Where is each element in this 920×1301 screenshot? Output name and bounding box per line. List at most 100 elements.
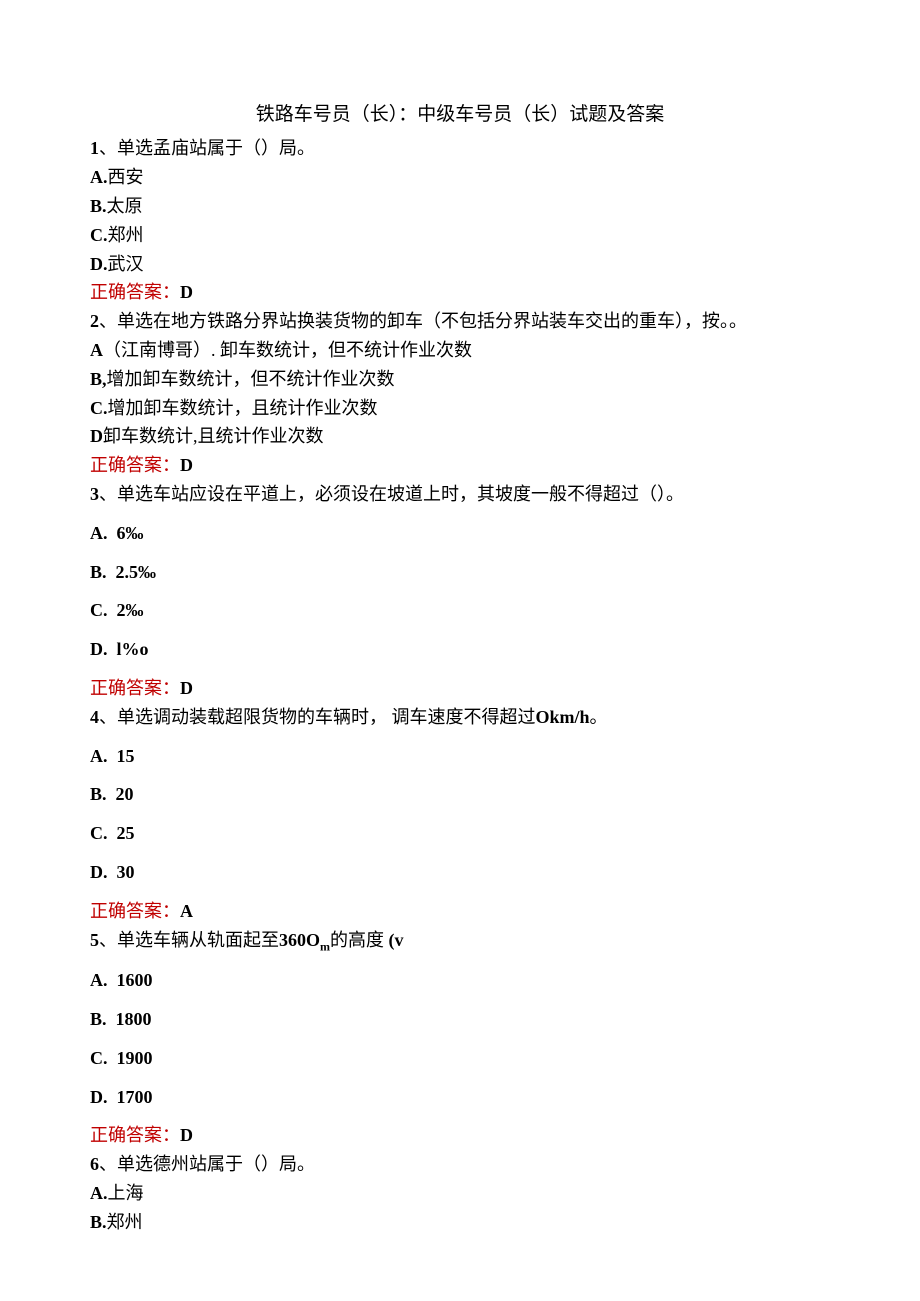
q4-text: 、单选调动装载超限货物的车辆时， 调车速度不得超过 [99, 707, 536, 727]
q3-b-text: 2.5‰ [116, 562, 157, 582]
q2-a-label: A [90, 340, 103, 360]
q1-text: 、单选孟庙站属于（）局。 [99, 138, 315, 158]
q2-text: 、单选在地方铁路分界站换装货物的卸车（不包括分界站装车交出的重车），按。。 [99, 311, 747, 331]
q5-answer-value: D [180, 1125, 193, 1145]
q3-option-a: A. 6‰ [90, 519, 830, 548]
q3-c-text: 2‰ [117, 600, 144, 620]
q4-option-a: A. 15 [90, 742, 830, 771]
q4-a-text: 15 [117, 746, 135, 766]
q5-c-text: 1900 [117, 1048, 153, 1068]
q4-c-text: 25 [117, 823, 135, 843]
q1-option-b: B.太原 [90, 192, 830, 221]
page-title: 铁路车号员（长）：中级车号员（长）试题及答案 [90, 100, 830, 130]
q2-d-label: D [90, 426, 103, 446]
question-4: 4、单选调动装载超限货物的车辆时， 调车速度不得超过Okm/h。 [90, 703, 830, 732]
q4-d-text: 30 [117, 862, 135, 882]
q5-option-d: D. 1700 [90, 1083, 830, 1112]
question-2: 2、单选在地方铁路分界站换装货物的卸车（不包括分界站装车交出的重车），按。。 [90, 307, 830, 336]
q4-answer-value: A [180, 901, 193, 921]
q2-c-text: 增加卸车数统计，且统计作业次数 [108, 398, 378, 418]
q3-option-b: B. 2.5‰ [90, 558, 830, 587]
q3-answer-value: D [180, 678, 193, 698]
q3-a-text: 6‰ [117, 523, 144, 543]
q6-text: 、单选德州站属于（）局。 [99, 1154, 315, 1174]
q4-b-label: B. [90, 784, 107, 804]
q2-answer-value: D [180, 455, 193, 475]
q1-a-label: A. [90, 167, 108, 187]
q1-option-c: C.郑州 [90, 221, 830, 250]
q1-c-text: 郑州 [108, 225, 144, 245]
q5-answer: 正确答案：D [90, 1121, 830, 1150]
q5-c-label: C. [90, 1048, 108, 1068]
q3-d-label: D. [90, 639, 108, 659]
q5-option-c: C. 1900 [90, 1044, 830, 1073]
q2-number: 2 [90, 311, 99, 331]
q3-d-text: l%o [117, 639, 149, 659]
q1-answer-label: 正确答案： [90, 282, 180, 302]
q2-c-label: C. [90, 398, 108, 418]
question-6: 6、单选德州站属于（）局。 [90, 1150, 830, 1179]
q1-c-label: C. [90, 225, 108, 245]
q2-option-b: B,增加卸车数统计，但不统计作业次数 [90, 365, 830, 394]
q3-b-label: B. [90, 562, 107, 582]
q2-option-a: A（江南博哥）. 卸车数统计，但不统计作业次数 [90, 336, 830, 365]
q4-suffix: 。 [590, 707, 608, 727]
q1-b-text: 太原 [107, 196, 143, 216]
q3-c-label: C. [90, 600, 108, 620]
q6-option-b: B.郑州 [90, 1208, 830, 1237]
q2-a-text: （江南博哥）. 卸车数统计，但不统计作业次数 [103, 340, 472, 360]
q1-option-d: D.武汉 [90, 250, 830, 279]
q2-option-c: C.增加卸车数统计，且统计作业次数 [90, 394, 830, 423]
q4-answer: 正确答案：A [90, 897, 830, 926]
q5-bold2: (v [389, 930, 404, 950]
q1-option-a: A.西安 [90, 163, 830, 192]
q2-b-label: B, [90, 369, 107, 389]
q2-option-d: D卸车数统计,且统计作业次数 [90, 422, 830, 451]
q4-option-d: D. 30 [90, 858, 830, 887]
q3-answer: 正确答案：D [90, 674, 830, 703]
q6-b-label: B. [90, 1212, 107, 1232]
q5-text2: 的高度 [330, 930, 389, 950]
q5-d-label: D. [90, 1087, 108, 1107]
q4-number: 4 [90, 707, 99, 727]
q5-b-text: 1800 [116, 1009, 152, 1029]
q4-answer-label: 正确答案： [90, 901, 180, 921]
q2-answer-label: 正确答案： [90, 455, 180, 475]
q4-option-c: C. 25 [90, 819, 830, 848]
q5-bold1: 360O [279, 930, 320, 950]
q6-a-text: 上海 [108, 1183, 144, 1203]
q5-answer-label: 正确答案： [90, 1125, 180, 1145]
q6-number: 6 [90, 1154, 99, 1174]
q5-option-b: B. 1800 [90, 1005, 830, 1034]
q5-a-label: A. [90, 970, 108, 990]
q4-b-text: 20 [116, 784, 134, 804]
q5-sub: m [320, 939, 330, 953]
q1-answer-value: D [180, 282, 193, 302]
q5-option-a: A. 1600 [90, 966, 830, 995]
q1-b-label: B. [90, 196, 107, 216]
q3-a-label: A. [90, 523, 108, 543]
q4-d-label: D. [90, 862, 108, 882]
q4-option-b: B. 20 [90, 780, 830, 809]
q5-b-label: B. [90, 1009, 107, 1029]
question-3: 3、单选车站应设在平道上，必须设在坡道上时，其坡度一般不得超过（）。 [90, 480, 830, 509]
q3-text: 、单选车站应设在平道上，必须设在坡道上时，其坡度一般不得超过（）。 [99, 484, 684, 504]
q6-a-label: A. [90, 1183, 108, 1203]
question-1: 1、单选孟庙站属于（）局。 [90, 134, 830, 163]
q2-b-text: 增加卸车数统计，但不统计作业次数 [107, 369, 395, 389]
q2-answer: 正确答案：D [90, 451, 830, 480]
q1-number: 1 [90, 138, 99, 158]
q3-number: 3 [90, 484, 99, 504]
q1-answer: 正确答案：D [90, 278, 830, 307]
q1-d-text: 武汉 [108, 254, 144, 274]
q1-a-text: 西安 [108, 167, 144, 187]
q3-option-d: D. l%o [90, 635, 830, 664]
q6-b-text: 郑州 [107, 1212, 143, 1232]
q4-bold: Okm/h [536, 707, 590, 727]
q4-a-label: A. [90, 746, 108, 766]
q1-d-label: D. [90, 254, 108, 274]
q5-d-text: 1700 [117, 1087, 153, 1107]
question-5: 5、单选车辆从轨面起至360Om的高度 (v [90, 926, 830, 957]
q2-d-text: 卸车数统计,且统计作业次数 [103, 426, 324, 446]
q3-option-c: C. 2‰ [90, 596, 830, 625]
